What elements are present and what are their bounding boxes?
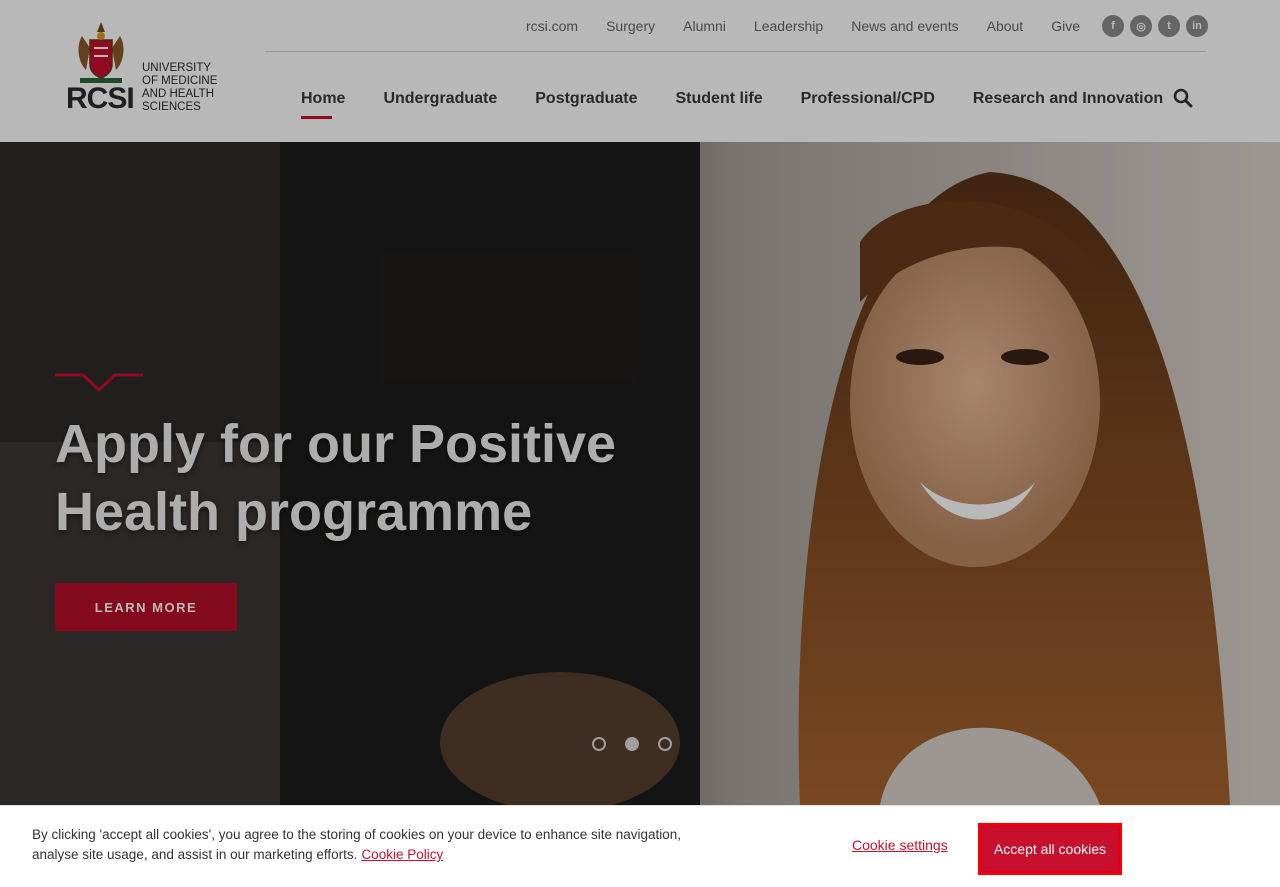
cookie-text-block: By clicking 'accept all cookies', you ag…: [32, 825, 692, 865]
facebook-icon[interactable]: f: [1102, 15, 1124, 37]
logo-rcsi-text: RCSI: [66, 82, 135, 115]
cookie-message: By clicking 'accept all cookies', you ag…: [32, 827, 682, 862]
learn-more-button[interactable]: LEARN MORE: [55, 583, 237, 631]
accept-all-cookies-button[interactable]: Accept all cookies: [978, 823, 1122, 875]
social-links: f ◎ t in: [1096, 15, 1208, 37]
logo-line: UNIVERSITY: [142, 62, 212, 74]
search-icon[interactable]: [1173, 88, 1193, 108]
cookie-settings-button[interactable]: Cookie settings: [852, 837, 948, 853]
nav-research-innovation[interactable]: Research and Innovation: [973, 90, 1163, 108]
logo-line: AND HEALTH: [142, 88, 214, 100]
hero-chevron-icon: [55, 373, 143, 393]
nav-professional-cpd[interactable]: Professional/CPD: [801, 90, 935, 108]
cookie-policy-link[interactable]: Cookie Policy: [361, 847, 443, 862]
rcsi-logo[interactable]: RCSI UNIVERSITY OF MEDICINE AND HEALTH S…: [66, 18, 226, 118]
carousel-dot[interactable]: [592, 737, 606, 751]
nav-home[interactable]: Home: [301, 90, 345, 119]
utility-link-give[interactable]: Give: [1051, 18, 1080, 34]
cookie-banner: By clicking 'accept all cookies', you ag…: [0, 805, 1280, 887]
utility-nav: rcsi.com Surgery Alumni Leadership News …: [526, 14, 1208, 38]
twitter-icon[interactable]: t: [1158, 15, 1180, 37]
instagram-icon[interactable]: ◎: [1130, 15, 1152, 37]
crest-icon: [78, 22, 124, 83]
carousel-dot[interactable]: [658, 737, 672, 751]
nav-postgraduate[interactable]: Postgraduate: [535, 90, 637, 108]
utility-link-news[interactable]: News and events: [851, 18, 958, 34]
logo-line: OF MEDICINE: [142, 75, 218, 87]
hero-title-line: Health programme: [55, 482, 533, 542]
carousel-dot-active[interactable]: [625, 737, 639, 751]
main-nav: Home Undergraduate Postgraduate Student …: [301, 86, 1201, 119]
hero-title: Apply for our Positive Health programme: [55, 410, 675, 546]
utility-link-rcsi[interactable]: rcsi.com: [526, 18, 578, 34]
header-divider: [265, 51, 1206, 52]
nav-undergraduate[interactable]: Undergraduate: [383, 90, 497, 108]
logo-subtitle: UNIVERSITY OF MEDICINE AND HEALTH SCIENC…: [142, 62, 232, 114]
carousel-dots: [592, 737, 691, 751]
utility-link-surgery[interactable]: Surgery: [606, 18, 655, 34]
hero-title-line: Apply for our Positive: [55, 414, 617, 474]
hero-carousel: Apply for our Positive Health programme …: [0, 142, 1280, 805]
linkedin-icon[interactable]: in: [1186, 15, 1208, 37]
site-header: RCSI UNIVERSITY OF MEDICINE AND HEALTH S…: [0, 0, 1280, 142]
utility-link-leadership[interactable]: Leadership: [754, 18, 823, 34]
logo-line: SCIENCES: [142, 101, 201, 113]
nav-student-life[interactable]: Student life: [676, 90, 763, 108]
utility-link-alumni[interactable]: Alumni: [683, 18, 726, 34]
utility-link-about[interactable]: About: [987, 18, 1024, 34]
